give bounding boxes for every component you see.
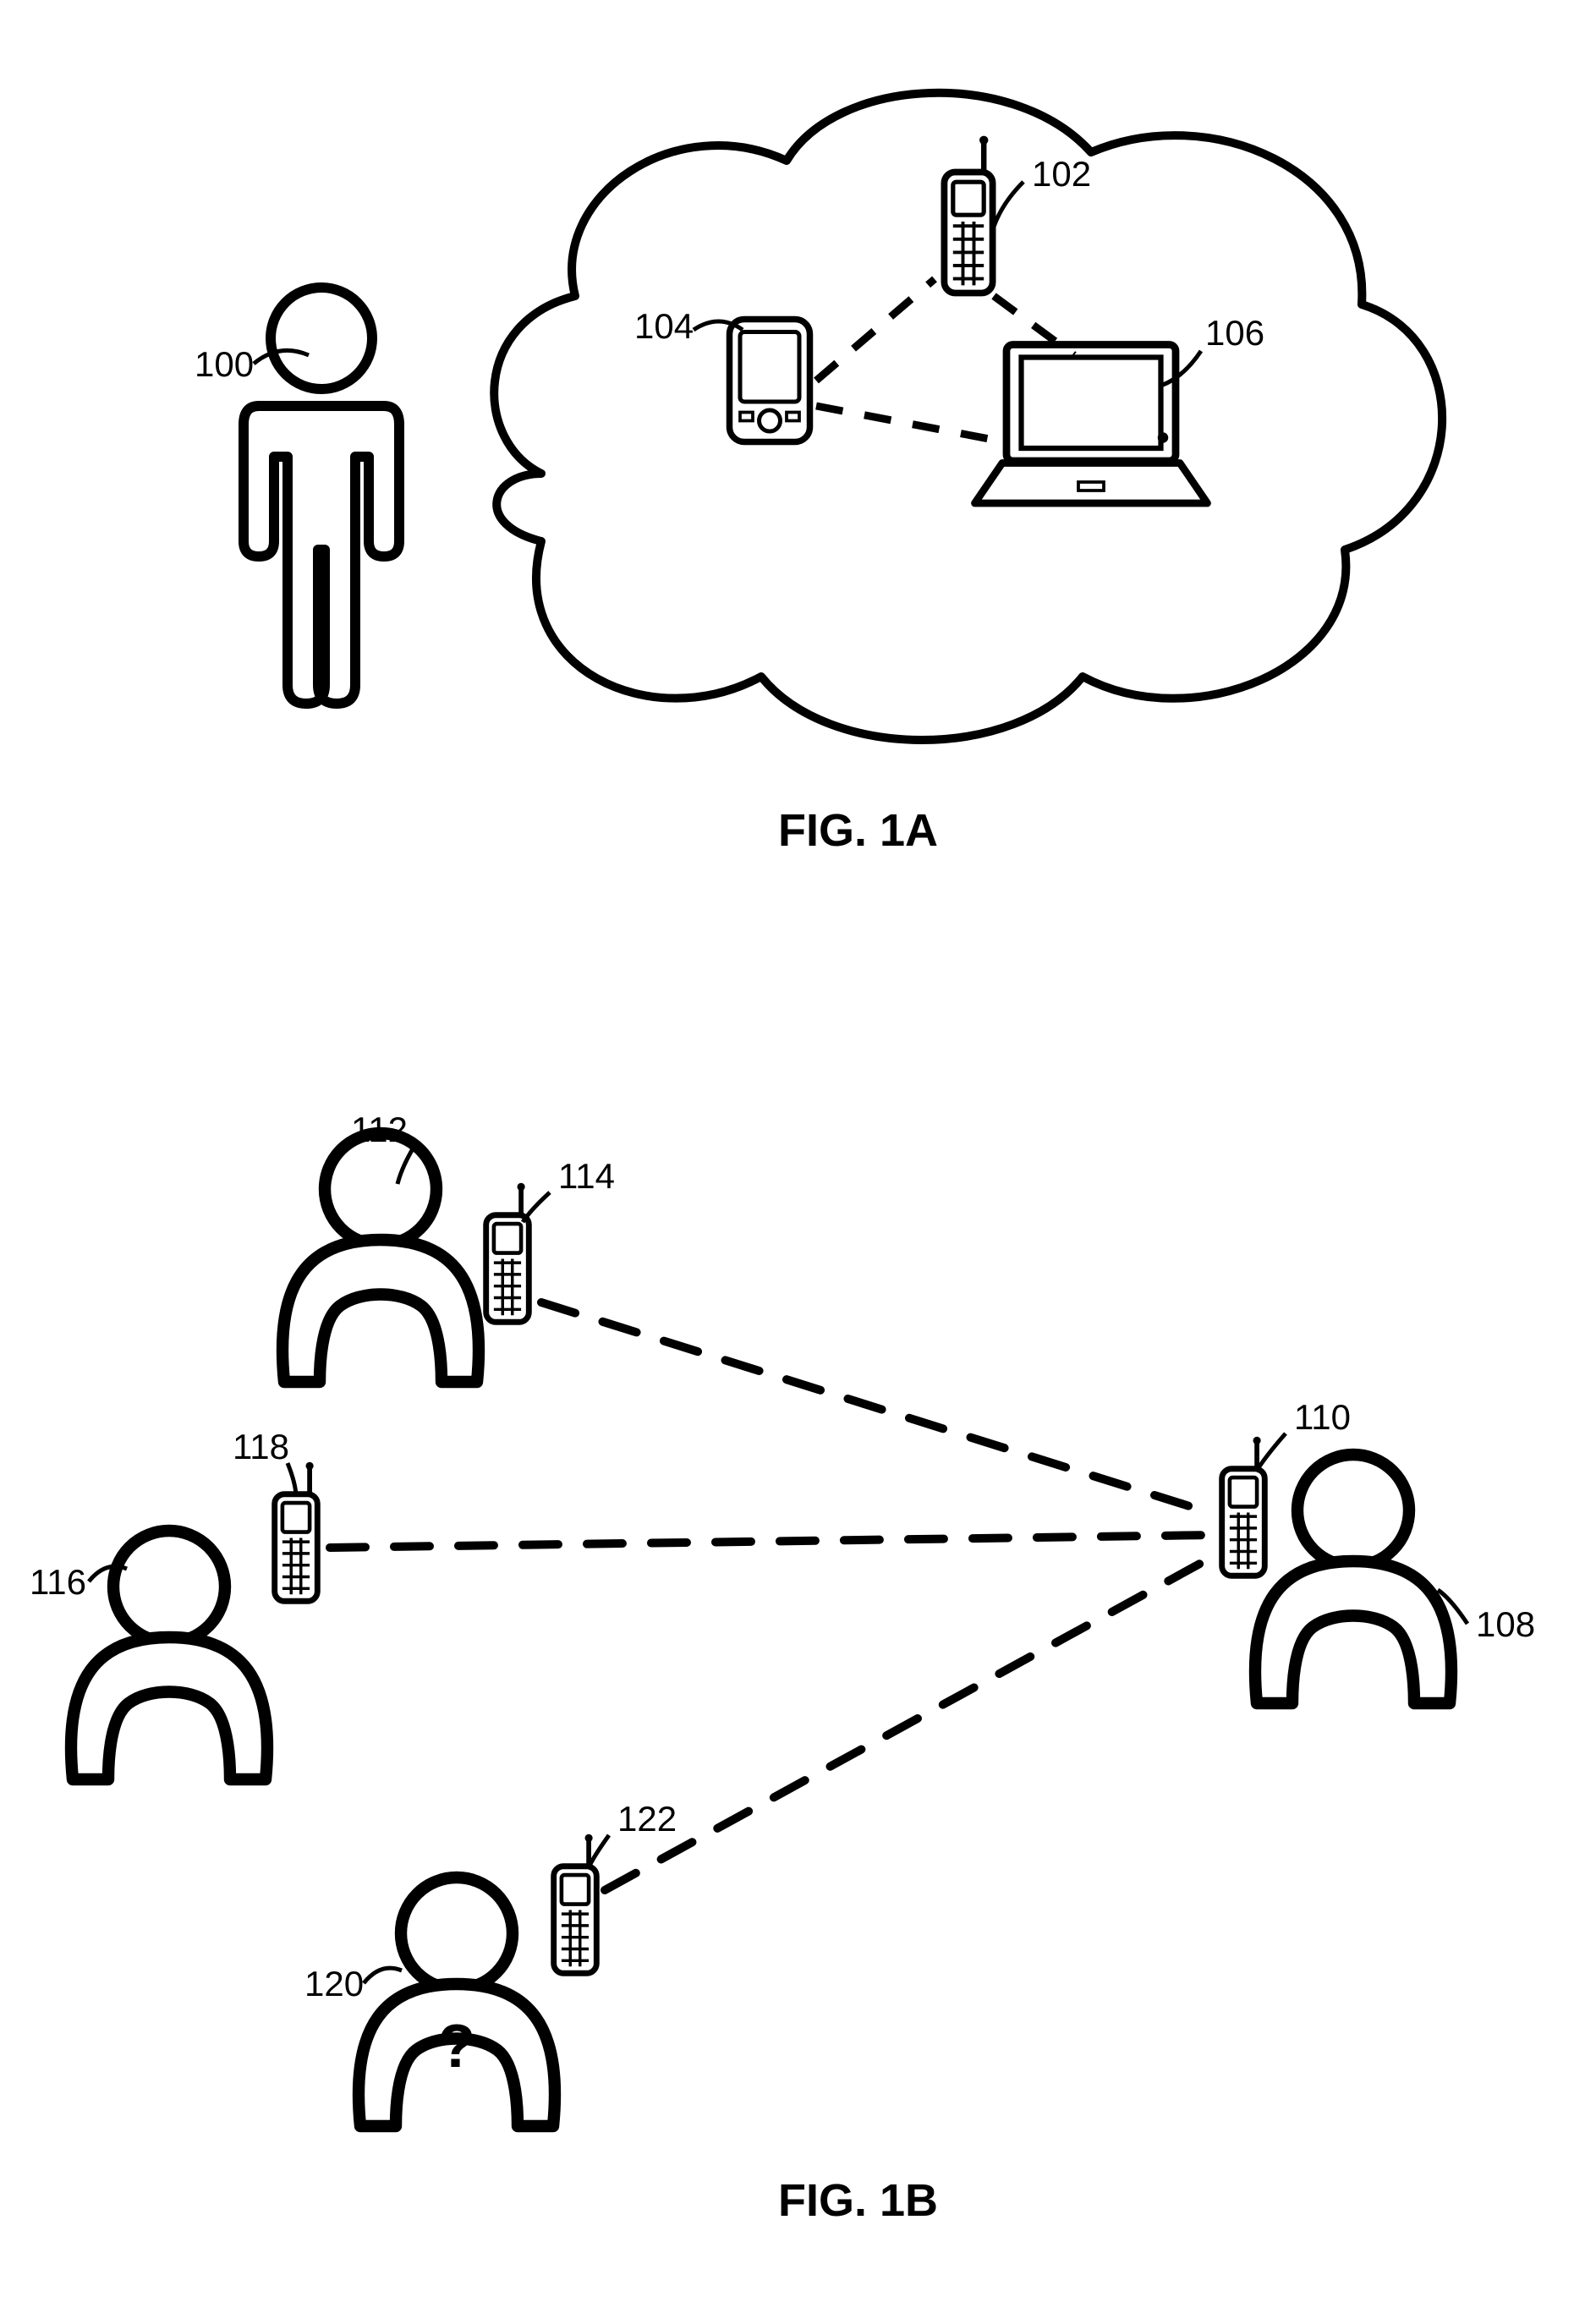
phone-110 — [1222, 1437, 1265, 1576]
laptop-106 — [975, 345, 1208, 504]
phone-122 — [554, 1834, 597, 1973]
fig-1b: 108 110 112 114 116 118 ? — [30, 1110, 1535, 2226]
person-108 — [1255, 1455, 1451, 1703]
ref-108: 108 — [1476, 1604, 1535, 1644]
fig-1a: 100 102 104 106 FIG. 1A — [195, 93, 1442, 856]
ref-114: 114 — [558, 1156, 615, 1196]
phone-114 — [486, 1183, 529, 1322]
ref-110: 110 — [1294, 1397, 1351, 1437]
person-116 — [71, 1531, 267, 1779]
ref-122: 122 — [617, 1799, 677, 1839]
ref-106: 106 — [1205, 313, 1264, 353]
ref-116: 116 — [30, 1562, 86, 1602]
pda-104 — [730, 320, 810, 442]
ref-120: 120 — [304, 1964, 364, 2003]
unknown-person-mark: ? — [438, 2013, 475, 2080]
person-120-unknown — [359, 1877, 555, 2126]
ref-112: 112 — [351, 1110, 408, 1149]
ref-104: 104 — [634, 306, 694, 346]
ref-118: 118 — [233, 1427, 289, 1466]
fig1a-caption: FIG. 1A — [778, 805, 938, 856]
person-100 — [244, 288, 399, 704]
fig1b-caption: FIG. 1B — [778, 2175, 938, 2226]
fig1b-links — [330, 1302, 1214, 1890]
diagram-canvas: 100 102 104 106 FIG. 1A — [0, 0, 1574, 2324]
ref-100: 100 — [195, 344, 254, 384]
ref-102: 102 — [1032, 154, 1091, 194]
person-112 — [282, 1133, 479, 1382]
